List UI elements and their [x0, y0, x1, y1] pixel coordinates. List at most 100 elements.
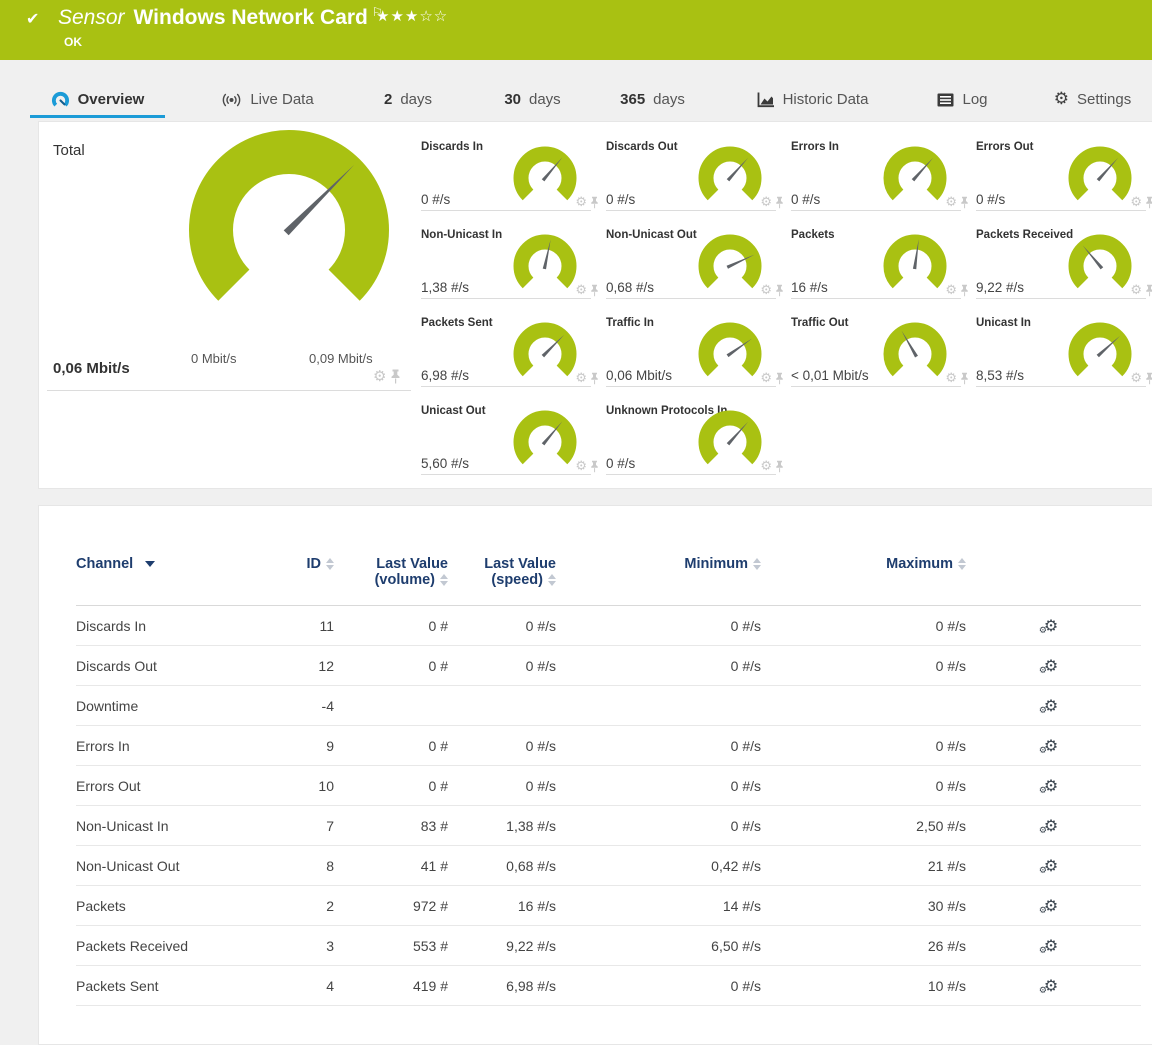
channel-settings-gears-icon[interactable]: ⚙⚙: [1044, 778, 1058, 794]
channel-settings-gears-icon[interactable]: ⚙⚙: [1044, 978, 1058, 994]
channel-name-cell: Errors In: [76, 738, 274, 754]
gear-icon[interactable]: ⚙: [760, 460, 772, 473]
channel-settings-gears-icon[interactable]: ⚙⚙: [1044, 618, 1058, 634]
tab-30-days[interactable]: 30 days: [490, 84, 575, 115]
channel-settings-gears-icon[interactable]: ⚙⚙: [1044, 818, 1058, 834]
pin-icon[interactable]: [775, 372, 784, 385]
total-gauge-chart: [184, 128, 394, 320]
pin-icon[interactable]: [1145, 284, 1152, 297]
pin-icon[interactable]: [960, 372, 969, 385]
gear-icon[interactable]: ⚙: [1130, 196, 1142, 209]
gauge-title: Traffic Out: [791, 317, 849, 329]
gear-icon[interactable]: ⚙: [575, 196, 587, 209]
mini-gauge-cell[interactable]: Discards Out 0 #/s ⚙: [606, 139, 776, 211]
gear-icon[interactable]: ⚙: [575, 372, 587, 385]
table-row: Packets Received 3 553 # 9,22 #/s 6,50 #…: [76, 926, 1141, 966]
mini-gauge-cell[interactable]: Unknown Protocols In 0 #/s ⚙: [606, 403, 776, 475]
pin-icon[interactable]: [775, 460, 784, 473]
mini-gauge-cell[interactable]: Packets Sent 6,98 #/s ⚙: [421, 315, 591, 387]
pin-icon[interactable]: [590, 196, 599, 209]
stars-filled[interactable]: ★★★: [376, 7, 419, 25]
last-value-volume-cell: 41 #: [334, 858, 448, 874]
gauge-value: 16 #/s: [791, 280, 828, 295]
mini-gauge-cell[interactable]: Errors Out 0 #/s ⚙: [976, 139, 1146, 211]
gear-icon[interactable]: ⚙: [575, 460, 587, 473]
channel-settings-gears-icon[interactable]: ⚙⚙: [1044, 658, 1058, 674]
channel-name-cell: Discards Out: [76, 658, 274, 674]
sensor-header: ✔ SensorWindows Network Card⚐ ★★★☆☆ OK: [0, 0, 1152, 60]
mini-gauge-cell[interactable]: Traffic Out < 0,01 Mbit/s ⚙: [791, 315, 961, 387]
channel-settings-gears-icon[interactable]: ⚙⚙: [1044, 698, 1058, 714]
last-value-volume-cell: 0 #: [334, 658, 448, 674]
last-value-speed-cell: 9,22 #/s: [448, 938, 556, 954]
mini-gauge-cell[interactable]: Errors In 0 #/s ⚙: [791, 139, 961, 211]
chevron-down-icon: [145, 561, 155, 567]
channel-settings-gears-icon[interactable]: ⚙⚙: [1044, 858, 1058, 874]
gear-icon[interactable]: ⚙: [760, 372, 772, 385]
tab-log[interactable]: Log: [925, 84, 1000, 115]
pin-icon[interactable]: [590, 460, 599, 473]
pin-icon[interactable]: [1145, 372, 1152, 385]
gauge-title: Non-Unicast In: [421, 229, 502, 241]
maximum-cell: 10 #/s: [761, 978, 966, 994]
pin-icon[interactable]: [590, 284, 599, 297]
mini-gauge-cell[interactable]: Non-Unicast Out 0,68 #/s ⚙: [606, 227, 776, 299]
gear-icon[interactable]: ⚙: [760, 196, 772, 209]
mini-gauge-cell[interactable]: Non-Unicast In 1,38 #/s ⚙: [421, 227, 591, 299]
tab-overview[interactable]: Overview: [30, 84, 165, 115]
mini-gauge-cell[interactable]: Unicast In 8,53 #/s ⚙: [976, 315, 1146, 387]
column-header-id[interactable]: ID: [274, 556, 334, 605]
gear-icon: ⚙: [1054, 91, 1069, 108]
gear-icon[interactable]: ⚙: [945, 284, 957, 297]
gauge-chart: [692, 232, 768, 298]
minimum-cell: 0 #/s: [556, 818, 761, 834]
gauge-chart: [507, 320, 583, 386]
tab-365-days[interactable]: 365 days: [605, 84, 700, 115]
pin-icon[interactable]: [590, 372, 599, 385]
gauge-title: Unicast In: [976, 317, 1031, 329]
pin-icon[interactable]: [390, 369, 401, 384]
channel-name-cell: Non-Unicast In: [76, 818, 274, 834]
status-badge: OK: [64, 35, 82, 49]
tab-live-data[interactable]: Live Data: [205, 84, 330, 115]
gear-icon[interactable]: ⚙: [760, 284, 772, 297]
tab-2-days[interactable]: 2 days: [368, 84, 448, 115]
column-header-channel[interactable]: Channel: [76, 556, 274, 605]
column-header-maximum[interactable]: Maximum: [761, 556, 966, 605]
stars-empty[interactable]: ☆☆: [419, 7, 448, 25]
mini-gauge-cell[interactable]: Unicast Out 5,60 #/s ⚙: [421, 403, 591, 475]
mini-gauge-cell[interactable]: Discards In 0 #/s ⚙: [421, 139, 591, 211]
column-header-last-value-volume[interactable]: Last Value (volume): [334, 556, 448, 605]
sort-icon: [326, 558, 334, 570]
gauge-title: Traffic In: [606, 317, 654, 329]
gear-icon[interactable]: ⚙: [945, 372, 957, 385]
gear-icon[interactable]: ⚙: [1130, 372, 1142, 385]
gear-icon[interactable]: ⚙: [373, 369, 386, 384]
channel-name-cell: Non-Unicast Out: [76, 858, 274, 874]
object-kind-label: Sensor: [58, 6, 125, 29]
column-header-last-value-speed[interactable]: Last Value (speed): [448, 556, 556, 605]
channel-settings-gears-icon[interactable]: ⚙⚙: [1044, 738, 1058, 754]
channel-settings-gears-icon[interactable]: ⚙⚙: [1044, 938, 1058, 954]
gauge-chart: [507, 232, 583, 298]
pin-icon[interactable]: [960, 284, 969, 297]
priority-stars[interactable]: ★★★☆☆: [376, 7, 448, 25]
gear-icon[interactable]: ⚙: [1130, 284, 1142, 297]
pin-icon[interactable]: [1145, 196, 1152, 209]
last-value-speed-cell: 0 #/s: [448, 778, 556, 794]
channel-settings-gears-icon[interactable]: ⚙⚙: [1044, 898, 1058, 914]
tab-historic-data[interactable]: Historic Data: [740, 84, 885, 115]
mini-gauge-cell[interactable]: Packets 16 #/s ⚙: [791, 227, 961, 299]
gear-icon[interactable]: ⚙: [945, 196, 957, 209]
column-header-minimum[interactable]: Minimum: [556, 556, 761, 605]
maximum-cell: 0 #/s: [761, 618, 966, 634]
pin-icon[interactable]: [960, 196, 969, 209]
gauge-chart: [1062, 144, 1138, 210]
gear-icon[interactable]: ⚙: [575, 284, 587, 297]
pin-icon[interactable]: [775, 284, 784, 297]
last-value-volume-cell: 419 #: [334, 978, 448, 994]
mini-gauge-cell[interactable]: Traffic In 0,06 Mbit/s ⚙: [606, 315, 776, 387]
tab-settings[interactable]: ⚙ Settings: [1040, 84, 1145, 115]
pin-icon[interactable]: [775, 196, 784, 209]
mini-gauge-cell[interactable]: Packets Received 9,22 #/s ⚙: [976, 227, 1146, 299]
